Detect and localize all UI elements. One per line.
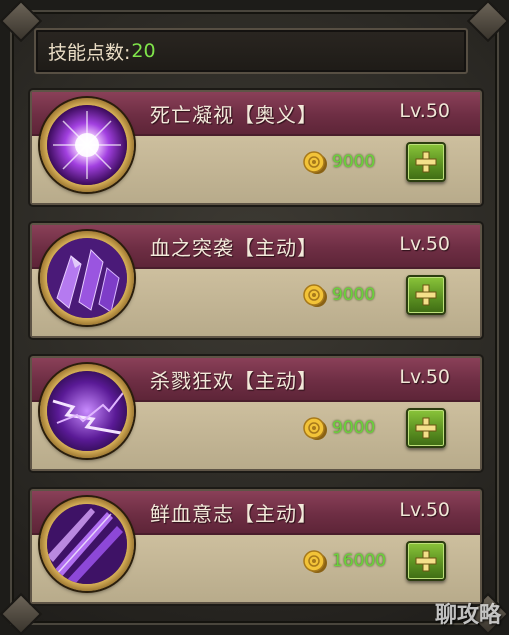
skill-level: Lv.50 (399, 499, 450, 521)
skill-points-label: 技能点数: (48, 41, 131, 64)
upgrade-skill-button[interactable] (406, 408, 446, 448)
plus-icon (415, 284, 437, 306)
upgrade-skill-button[interactable] (406, 142, 446, 182)
plus-icon (415, 417, 437, 439)
upgrade-cost: 9000 (332, 285, 376, 305)
upgrade-skill-button[interactable] (406, 541, 446, 581)
skill-card-blood-assault: 血之突袭【主动】 Lv.50 9000 (30, 223, 482, 338)
purple-crystal-shards-icon (47, 238, 127, 318)
skill-name: 血之突袭【主动】 (150, 236, 318, 260)
skill-icon-frame[interactable] (40, 364, 134, 458)
site-watermark: 聊攻略 (434, 603, 501, 628)
skill-level: Lv.50 (399, 100, 450, 122)
skill-name: 鲜血意志【主动】 (150, 502, 318, 526)
plus-icon (415, 151, 437, 173)
plus-icon (415, 550, 437, 572)
skill-points-value: 20 (131, 40, 156, 62)
skill-card-blood-will: 鲜血意志【主动】 Lv.50 16000 (30, 489, 482, 604)
purple-slash-icon (47, 504, 127, 584)
upgrade-cost: 16000 (332, 551, 387, 571)
gold-coin-icon (303, 151, 327, 174)
gold-coin-icon (303, 284, 327, 307)
skill-level: Lv.50 (399, 233, 450, 255)
skill-card-killing-frenzy: 杀戮狂欢【主动】 Lv.50 9000 (30, 356, 482, 471)
skill-name: 死亡凝视【奥义】 (150, 103, 318, 127)
skill-icon-frame[interactable] (40, 231, 134, 325)
skill-level: Lv.50 (399, 366, 450, 388)
upgrade-cost: 9000 (332, 152, 376, 172)
skill-points-bar: 技能点数: 20 (34, 28, 468, 74)
frame-corner-ornament (466, 0, 509, 43)
upgrade-skill-button[interactable] (406, 275, 446, 315)
gold-coin-icon (303, 550, 327, 573)
purple-orb-burst-icon (47, 105, 127, 185)
upgrade-cost: 9000 (332, 418, 376, 438)
purple-lightning-icon (47, 371, 127, 451)
skill-name: 杀戮狂欢【主动】 (150, 369, 318, 393)
skill-icon-frame[interactable] (40, 98, 134, 192)
skill-card-death-gaze: 死亡凝视【奥义】 Lv.50 9000 (30, 90, 482, 205)
skill-icon-frame[interactable] (40, 497, 134, 591)
gold-coin-icon (303, 417, 327, 440)
